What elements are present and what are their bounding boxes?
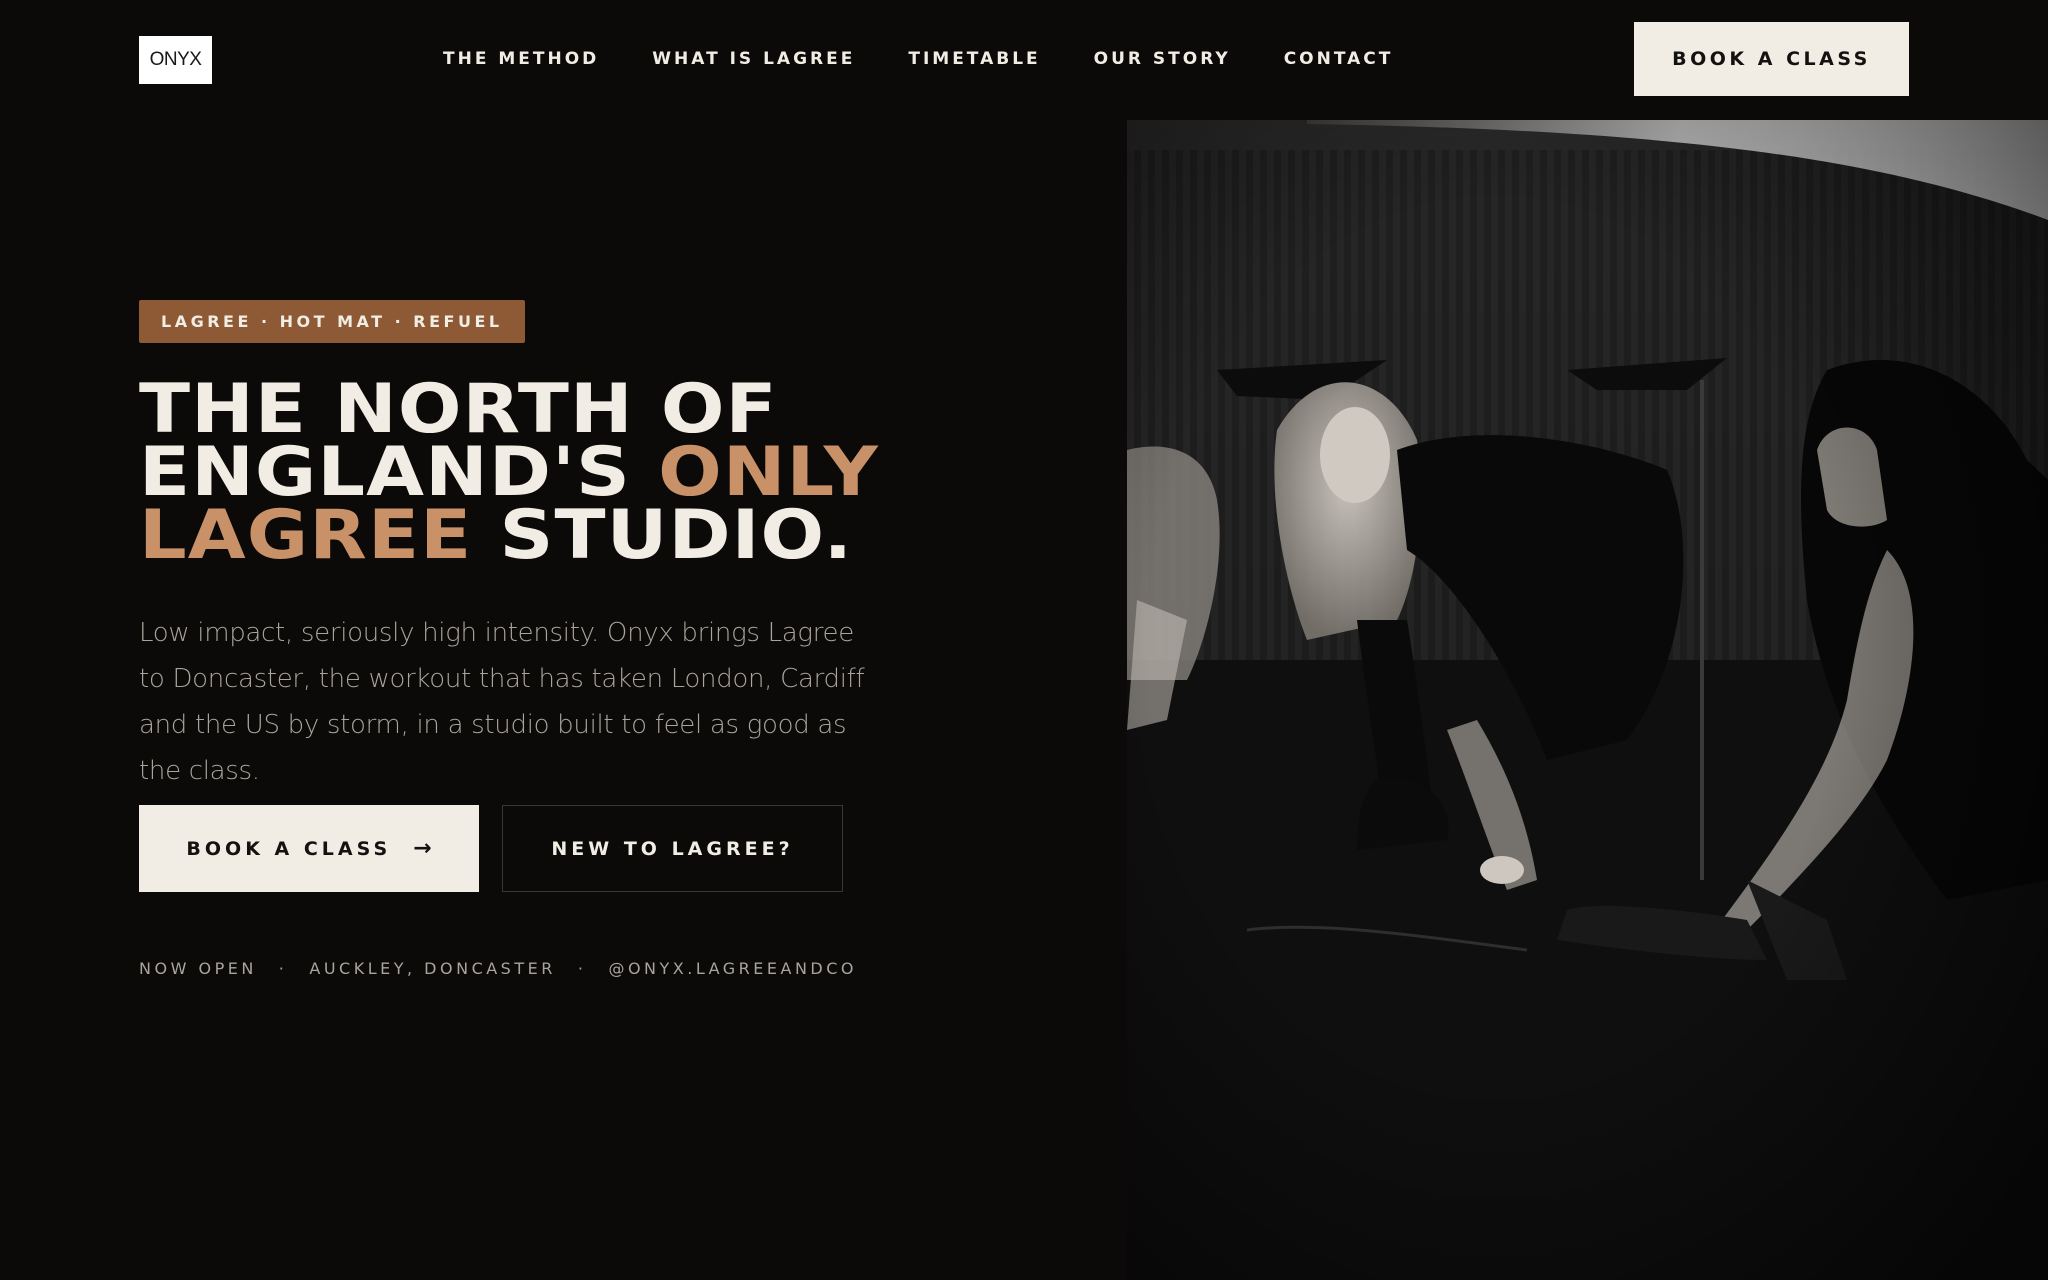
page: ONYX THE METHOD WHAT IS LAGREE TIMETABLE… [0,0,2048,1280]
nav-item-the-method[interactable]: THE METHOD [443,49,599,69]
hero-photo [1127,120,2048,1280]
hero-book-class-button[interactable]: BOOK A CLASS → [139,805,479,892]
nav-item-what-is-lagree[interactable]: WHAT IS LAGREE [652,49,855,69]
headline-word-studio: STUDIO. [499,496,854,575]
site-header: ONYX THE METHOD WHAT IS LAGREE TIMETABLE… [0,0,2048,120]
hero-subtitle: Low impact, seriously high intensity. On… [139,618,865,786]
status-text: NOW OPEN [139,959,257,978]
hero-info-row: NOW OPEN · AUCKLEY, DONCASTER · @ONYX.LA… [139,959,857,978]
hero-headline: THE NORTH OF ENGLAND'S ONLY LAGREE STUDI… [139,376,1129,570]
new-to-lagree-button[interactable]: NEW TO LAGREE? [502,805,843,892]
social-handle-link[interactable]: @ONYX.LAGREEANDCO [608,959,857,978]
main-nav: THE METHOD WHAT IS LAGREE TIMETABLE OUR … [443,49,1446,69]
brand-logo[interactable]: ONYX [139,36,212,84]
nav-item-our-story[interactable]: OUR STORY [1094,49,1231,69]
logo-text: ONYX [149,49,202,70]
location-text: AUCKLEY, DONCASTER [309,959,556,978]
headline-accent-lagree: LAGREE [139,496,473,575]
header-book-class-button[interactable]: BOOK A CLASS [1634,22,1909,96]
separator-dot: · [278,959,288,978]
nav-item-contact[interactable]: CONTACT [1284,49,1394,69]
hero-book-class-label: BOOK A CLASS [186,837,392,860]
arrow-right-icon: → [413,836,432,861]
hero-eyebrow-tag: LAGREE · HOT MAT · REFUEL [139,300,525,343]
nav-item-timetable[interactable]: TIMETABLE [908,49,1040,69]
separator-dot: · [577,959,587,978]
